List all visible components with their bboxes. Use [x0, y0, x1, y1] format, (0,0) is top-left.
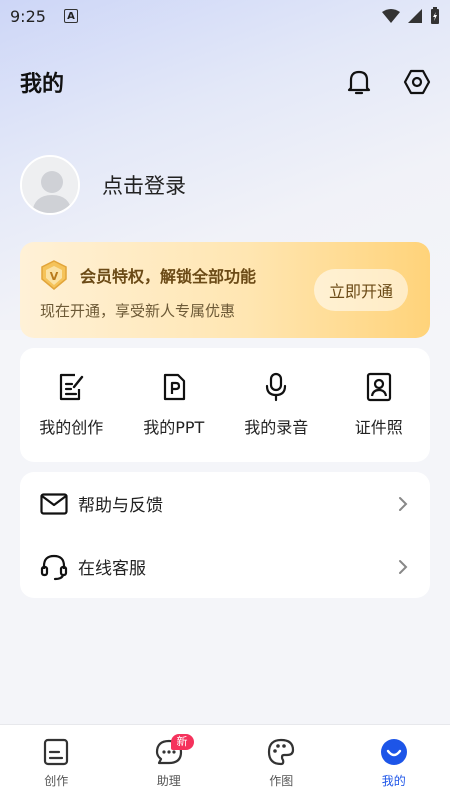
shortcut-label: 我的创作 [39, 418, 104, 437]
bell-icon [347, 70, 371, 95]
page-title: 我的 [20, 72, 65, 97]
status-icons [382, 7, 440, 25]
headset-icon [40, 554, 68, 580]
vip-badge-letter: V [50, 270, 59, 283]
new-badge: 新 [170, 734, 194, 750]
tab-assistant[interactable]: 新 助理 [113, 725, 226, 800]
menu-label: 帮助与反馈 [78, 496, 163, 516]
vip-subtitle: 现在开通，享受新人专属优惠 [40, 302, 236, 320]
vip-shield-icon: V [41, 260, 67, 290]
palette-icon [268, 738, 295, 766]
settings-hexagon-icon [403, 69, 431, 95]
vip-title: 会员特权，解锁全部功能 [80, 267, 257, 286]
menu-item-help-feedback[interactable]: 帮助与反馈 [20, 472, 430, 535]
bottom-tab-bar: 创作 新 助理 作图 我的 [0, 724, 450, 800]
microphone-icon [266, 372, 287, 402]
shortcut-my-ppt[interactable]: 我的PPT [123, 348, 226, 462]
tab-label: 创作 [44, 774, 69, 788]
menu-item-online-service[interactable]: 在线客服 [20, 535, 430, 598]
avatar[interactable] [20, 155, 80, 215]
smile-profile-icon [380, 739, 407, 765]
notification-button[interactable] [344, 67, 374, 97]
document-icon [44, 738, 69, 766]
settings-button[interactable] [402, 67, 432, 97]
page-header: 我的 [20, 62, 432, 102]
shortcut-grid: 我的创作 我的PPT 我的录音 证件照 [20, 348, 430, 462]
vip-activate-button[interactable]: 立即开通 [314, 269, 408, 311]
status-time: 9:25 [10, 6, 46, 26]
tab-label: 作图 [269, 774, 294, 788]
tab-draw[interactable]: 作图 [225, 725, 338, 800]
wifi-icon [382, 9, 400, 23]
shortcut-label: 证件照 [354, 418, 403, 437]
id-photo-icon [366, 372, 391, 402]
edit-note-icon [60, 373, 84, 401]
vip-card[interactable]: V 会员特权，解锁全部功能 现在开通，享受新人专属优惠 立即开通 [20, 242, 430, 338]
status-bar: 9:25 A [0, 0, 450, 32]
login-link[interactable]: 点击登录 [102, 170, 186, 200]
menu-label: 在线客服 [78, 559, 146, 579]
chevron-right-icon [399, 496, 408, 511]
tab-label: 助理 [156, 774, 181, 788]
chevron-right-icon [399, 559, 408, 574]
mail-icon [40, 492, 68, 515]
shortcut-my-creations[interactable]: 我的创作 [20, 348, 123, 462]
battery-icon [431, 7, 439, 24]
shortcut-label: 我的录音 [244, 418, 309, 437]
shortcut-id-photo[interactable]: 证件照 [328, 348, 431, 462]
default-avatar-icon [22, 157, 78, 213]
profile-section: 点击登录 [20, 155, 186, 215]
shortcut-my-recordings[interactable]: 我的录音 [225, 348, 328, 462]
tab-create[interactable]: 创作 [0, 725, 113, 800]
notification-a-icon: A [63, 9, 78, 23]
tab-label: 我的 [381, 774, 406, 788]
signal-icon [408, 9, 422, 23]
tab-profile[interactable]: 我的 [338, 725, 450, 800]
ppt-file-icon [163, 373, 185, 401]
menu-list: 帮助与反馈 在线客服 [20, 472, 430, 598]
shortcut-label: 我的PPT [143, 418, 205, 437]
